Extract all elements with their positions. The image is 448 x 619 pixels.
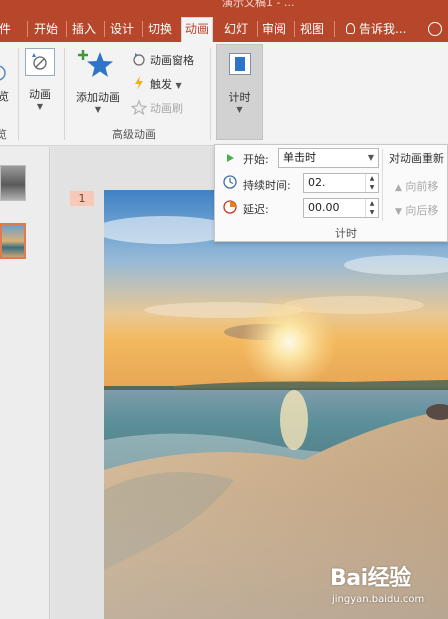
tab-separator [104, 21, 105, 37]
tell-me-label: 告诉我... [359, 22, 407, 36]
animation-painter-label: 动画刷 [150, 102, 183, 115]
triangle-up-icon: ▲ [395, 183, 402, 193]
move-earlier-label: 向前移 [405, 180, 439, 193]
animation-pane-label: 动画窗格 [150, 54, 194, 67]
animation-painter-button[interactable]: 动画刷 [131, 99, 183, 116]
move-later-label: 向后移 [405, 204, 439, 217]
lightbulb-icon [346, 23, 355, 34]
timing-button[interactable]: 计时 ▼ [216, 44, 263, 140]
add-animation-button[interactable]: 添加动画 ▼ [70, 48, 126, 118]
slide-number-badge: 1 [70, 191, 94, 206]
tab-review[interactable]: 审阅 [262, 18, 286, 42]
delay-label: 延迟: [243, 203, 269, 216]
tab-separator [294, 21, 295, 37]
tab-transitions[interactable]: 切换 [148, 18, 172, 42]
tab-animations[interactable]: 动画 [181, 17, 214, 42]
ribbon-tabs: 件 开始 插入 设计 切换 动画 幻灯 审阅 视图 告诉我... [0, 14, 448, 42]
tab-insert[interactable]: 插入 [72, 18, 96, 42]
trigger-button[interactable]: 触发 ▼ [131, 75, 182, 92]
tab-slideshow[interactable]: 幻灯 [224, 18, 248, 42]
play-icon [227, 154, 234, 162]
preview-label: 览 [0, 90, 9, 103]
beach-sunset-image[interactable] [104, 190, 448, 619]
delay-spinner[interactable]: ▲ ▼ [365, 199, 378, 217]
triangle-down-icon: ▼ [395, 207, 402, 217]
move-earlier-button[interactable]: ▲ 向前移 [395, 178, 438, 194]
animation-styles-label: 动画 [29, 88, 51, 101]
preview-group-label: 览 [0, 128, 7, 141]
tab-file[interactable]: 件 [0, 18, 11, 42]
tell-me-search[interactable]: 告诉我... [346, 18, 406, 40]
reorder-animation-title: 对动画重新 [389, 152, 444, 165]
watermark-logo: Bai经验 [330, 566, 411, 591]
baidu-jingyan-watermark: Bai经验 jingyan.baidu.com [330, 560, 424, 605]
clock-icon [223, 175, 237, 189]
slide-thumbnail[interactable] [0, 165, 26, 201]
group-separator [382, 149, 383, 221]
star-effect-icon [0, 65, 6, 81]
tab-separator [27, 21, 28, 37]
animation-styles-button[interactable]: 动画 ▼ [24, 48, 56, 116]
chevron-down-icon: ▼ [367, 153, 374, 162]
delay-clock-icon [223, 200, 237, 214]
duration-input[interactable]: 02. ▲ ▼ [303, 173, 379, 193]
animation-pane-icon [133, 53, 145, 66]
user-icon[interactable] [428, 22, 442, 36]
animation-pane-button[interactable]: 动画窗格 [131, 51, 194, 68]
timing-dropdown-panel: 开始: 单击时 ▼ 持续时间: 02. ▲ ▼ 延迟: 00.00 ▲ ▼ 计时 对… [214, 144, 448, 242]
window-title: 演示文稿1 - ... [222, 0, 295, 9]
trigger-label: 触发 [150, 78, 172, 91]
start-value: 单击时 [283, 151, 316, 164]
animation-painter-icon [131, 99, 147, 115]
slide-thumbnail-selected[interactable] [0, 223, 26, 259]
tab-view[interactable]: 视图 [300, 18, 324, 42]
duration-label: 持续时间: [243, 179, 291, 192]
slide-thumbnail-panel [0, 147, 50, 619]
delay-value: 00.00 [308, 201, 340, 214]
tab-separator [257, 21, 258, 37]
duration-value: 02. [308, 176, 326, 189]
add-animation-icon [78, 50, 113, 77]
start-select[interactable]: 单击时 ▼ [278, 148, 379, 168]
animation-styles-icon [25, 48, 55, 76]
advanced-animation-group-label: 高级动画 [112, 128, 156, 141]
group-separator [18, 48, 19, 140]
lightning-icon [135, 76, 143, 90]
add-animation-label: 添加动画 [76, 91, 120, 104]
move-later-button[interactable]: ▼ 向后移 [395, 202, 438, 218]
chevron-down-icon: ▼ [94, 105, 102, 114]
ribbon-animations: 览 览 动画 ▼ 添加动画 ▼ 动画窗格 触发 ▼ 动画刷 高级动画 计时 ▼ [0, 42, 448, 146]
timing-label: 计时 [228, 91, 251, 104]
tab-separator [142, 21, 143, 37]
group-separator [210, 48, 211, 140]
chevron-down-icon: ▼ [36, 102, 44, 111]
timing-icon [228, 53, 251, 75]
tab-separator [334, 21, 335, 37]
start-label: 开始: [243, 153, 269, 166]
tab-home[interactable]: 开始 [34, 18, 58, 42]
tab-design[interactable]: 设计 [110, 18, 134, 42]
chevron-down-icon: ▼ [236, 105, 243, 114]
preview-button[interactable] [0, 64, 11, 82]
duration-spinner[interactable]: ▲ ▼ [365, 174, 378, 192]
delay-input[interactable]: 00.00 ▲ ▼ [303, 198, 379, 218]
title-bar: 演示文稿1 - ... [0, 0, 448, 14]
group-separator [64, 48, 65, 140]
timing-group-label: 计时 [335, 227, 357, 240]
chevron-down-icon: ▼ [175, 81, 182, 90]
watermark-url: jingyan.baidu.com [332, 594, 425, 605]
tab-separator [66, 21, 67, 37]
